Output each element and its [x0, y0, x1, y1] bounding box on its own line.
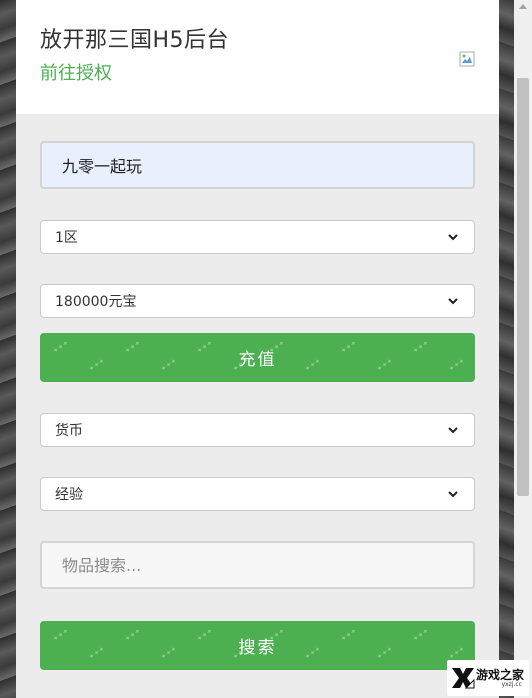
category-select[interactable]: 货币: [40, 413, 475, 447]
button-watermark-mark: ✦✦✦: [411, 626, 431, 644]
button-watermark-mark: ✦✦✦: [339, 626, 359, 644]
logo-subtext: yxzj.cc: [501, 680, 523, 688]
site-logo-mark: [452, 668, 475, 689]
amount-select-value: 180000元宝: [55, 294, 137, 310]
scrollbar[interactable]: [514, 0, 532, 698]
type-select[interactable]: 经验: [40, 477, 475, 511]
server-select[interactable]: 1区: [40, 220, 475, 254]
button-watermark-mark: ✦✦✦: [123, 626, 143, 644]
button-watermark-mark: ✦✦✦: [195, 626, 215, 644]
recharge-button-label: 充值: [238, 350, 277, 370]
button-watermark-mark: ✦✦✦: [159, 356, 179, 374]
button-watermark-mark: ✦✦✦: [411, 338, 431, 356]
button-watermark-mark: ✦✦✦: [303, 356, 323, 374]
panel-header: 放开那三国H5后台 前往授权: [16, 0, 499, 114]
button-watermark-mark: ✦✦✦: [159, 644, 179, 662]
recharge-button[interactable]: ✦✦✦ ✦✦✦ ✦✦✦ ✦✦✦ ✦✦✦ ✦✦✦ ✦✦✦ ✦✦✦ ✦✦✦ ✦✦✦ ✦✦✦ ✦✦✦ 充值: [40, 333, 475, 382]
admin-panel: 放开那三国H5后台 前往授权 1区 180000元宝 ✦✦✦ ✦✦✦ ✦✦✦ ✦✦✦ ✦…: [16, 0, 499, 698]
button-watermark-mark: ✦✦✦: [87, 644, 107, 662]
authorize-link[interactable]: 前往授权: [40, 59, 112, 85]
server-select-value: 1区: [55, 230, 78, 246]
page-background-left: [0, 0, 16, 698]
item-search-input[interactable]: [40, 541, 475, 589]
type-select-value: 经验: [55, 487, 83, 503]
scroll-up-arrow-icon[interactable]: [519, 4, 527, 9]
page-title: 放开那三国H5后台: [40, 28, 230, 53]
search-button-label: 搜索: [238, 638, 277, 658]
button-watermark-mark: ✦✦✦: [87, 356, 107, 374]
button-watermark-mark: ✦✦✦: [339, 338, 359, 356]
button-watermark-mark: ✦✦✦: [447, 356, 467, 374]
chevron-down-icon: [448, 298, 458, 305]
account-input[interactable]: [40, 141, 475, 189]
broken-image-icon: [459, 51, 475, 67]
page-background-right: [499, 0, 514, 698]
button-watermark-mark: ✦✦✦: [447, 644, 467, 662]
amount-select[interactable]: 180000元宝: [40, 284, 475, 318]
button-watermark-mark: ✦✦✦: [375, 356, 395, 374]
chevron-down-icon: [448, 234, 458, 241]
button-watermark-mark: ✦✦✦: [303, 644, 323, 662]
logo-text: 游戏之家: [476, 667, 525, 682]
chevron-down-icon: [448, 427, 458, 434]
search-button[interactable]: ✦✦✦ ✦✦✦ ✦✦✦ ✦✦✦ ✦✦✦ ✦✦✦ ✦✦✦ ✦✦✦ ✦✦✦ ✦✦✦ ✦✦✦ ✦✦✦ 搜索: [40, 621, 475, 670]
chevron-down-icon: [448, 491, 458, 498]
button-watermark-mark: ✦✦✦: [123, 338, 143, 356]
scrollbar-thumb[interactable]: [517, 78, 529, 496]
category-select-value: 货币: [55, 423, 83, 439]
button-watermark-mark: ✦✦✦: [51, 626, 71, 644]
button-watermark-mark: ✦✦✦: [51, 338, 71, 356]
button-watermark-mark: ✦✦✦: [195, 338, 215, 356]
button-watermark-mark: ✦✦✦: [375, 644, 395, 662]
site-logo: 游戏之家 yxzj.cc: [447, 660, 529, 696]
